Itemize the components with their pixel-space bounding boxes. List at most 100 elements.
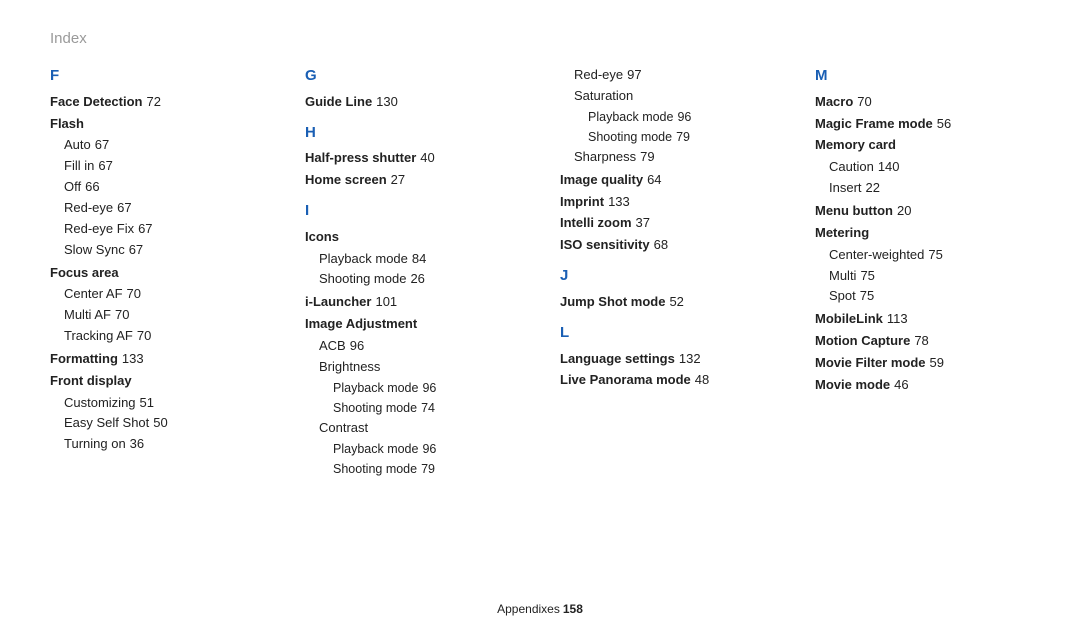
page-ref: 75 — [860, 288, 874, 303]
sub-label: Easy Self Shot — [64, 415, 149, 430]
sub-label: ACB — [319, 338, 346, 353]
sub-label: Tracking AF — [64, 328, 133, 343]
page-ref: 75 — [928, 247, 942, 262]
topic-iso: ISO sensitivity68 — [560, 236, 775, 255]
sub-entry: Caution140 — [829, 157, 1030, 178]
column-4: M Macro70 Magic Frame mode56 Memory card… — [815, 65, 1030, 479]
topic-label: Formatting — [50, 351, 118, 366]
letter-i: I — [305, 200, 520, 222]
topic-menu-button: Menu button20 — [815, 202, 1030, 221]
sub-label: Customizing — [64, 395, 136, 410]
page-ref: 52 — [669, 294, 683, 309]
page-ref: 96 — [350, 338, 364, 353]
sub-entry: Easy Self Shot 50 — [64, 413, 265, 434]
topic-label: Magic Frame mode — [815, 116, 933, 131]
letter-g: G — [305, 65, 520, 87]
sub-entry: Tracking AF70 — [64, 326, 265, 347]
topic-intelli-zoom: Intelli zoom 37 — [560, 214, 775, 233]
topic-motion-capture: Motion Capture78 — [815, 332, 1030, 351]
topic-label: Macro — [815, 94, 853, 109]
sub-label: Slow Sync — [64, 242, 125, 257]
subsub-entry: Shooting mode79 — [333, 459, 520, 479]
subsub-label: Playback mode — [333, 442, 418, 456]
letter-f: F — [50, 65, 265, 87]
topic-mobilelink: MobileLink113 — [815, 310, 1030, 329]
topic-movie-mode: Movie mode 46 — [815, 376, 1030, 395]
topic-label: Guide Line — [305, 94, 372, 109]
topic-label: Movie mode — [815, 377, 890, 392]
sub-label: Shooting mode — [319, 271, 406, 286]
page-ref: 46 — [894, 377, 908, 392]
sub-label: Red-eye — [64, 200, 113, 215]
page-ref: 74 — [421, 401, 435, 415]
page-ref: 133 — [608, 194, 630, 209]
letter-m: M — [815, 65, 1030, 87]
sub-entry: Insert22 — [829, 178, 1030, 199]
page-ref: 132 — [679, 351, 701, 366]
subsub-label: Playback mode — [333, 381, 418, 395]
page-ref: 40 — [420, 150, 434, 165]
column-3: Red-eye97 Saturation Playback mode96 Sho… — [560, 65, 775, 479]
topic-label: Image quality — [560, 172, 643, 187]
footer-section: Appendixes — [497, 602, 560, 616]
letter-j: J — [560, 265, 775, 287]
topic-label: Half-press shutter — [305, 150, 416, 165]
sub-entry: Slow Sync 67 — [64, 240, 265, 261]
topic-memory-card: Memory card — [815, 136, 1030, 155]
topic-focus-area: Focus area — [50, 264, 265, 283]
page-ref: 96 — [422, 381, 436, 395]
topic-icons: Icons — [305, 228, 520, 247]
index-page: Index F Face Detection72 Flash Auto67 Fi… — [0, 0, 1080, 630]
topic-label: Intelli zoom — [560, 215, 632, 230]
page-ref: 75 — [860, 268, 874, 283]
page-ref: 72 — [146, 94, 160, 109]
letter-h: H — [305, 122, 520, 144]
sub-label: Off — [64, 179, 81, 194]
page-ref: 67 — [98, 158, 112, 173]
page-ref: 70 — [127, 286, 141, 301]
sub-brightness: Brightness — [319, 357, 520, 378]
page-ref: 59 — [930, 355, 944, 370]
index-columns: F Face Detection72 Flash Auto67 Fill in6… — [50, 65, 1030, 479]
subsub-entry: Shooting mode74 — [333, 398, 520, 418]
page-ref: 67 — [129, 242, 143, 257]
page-ref: 113 — [887, 311, 908, 326]
page-ref: 70 — [115, 307, 129, 322]
sub-entry: Shooting mode26 — [319, 269, 520, 290]
sub-entry: Red-eye97 — [574, 65, 775, 86]
topic-label: Face Detection — [50, 94, 142, 109]
topic-language: Language settings 132 — [560, 350, 775, 369]
page-ref: 101 — [375, 294, 397, 309]
sub-label: Auto — [64, 137, 91, 152]
page-ref: 97 — [627, 67, 641, 82]
subsub-label: Shooting mode — [588, 130, 672, 144]
topic-label: Movie Filter mode — [815, 355, 926, 370]
footer-page-number: 158 — [563, 602, 583, 616]
subsub-label: Playback mode — [588, 110, 673, 124]
page-ref: 133 — [122, 351, 144, 366]
topic-label: Menu button — [815, 203, 893, 218]
page-ref: 37 — [636, 215, 650, 230]
topic-label: Imprint — [560, 194, 604, 209]
sub-label: Insert — [829, 180, 862, 195]
sub-label: Center-weighted — [829, 247, 924, 262]
topic-live-panorama: Live Panorama mode48 — [560, 371, 775, 390]
page-ref: 130 — [376, 94, 398, 109]
page-ref: 79 — [421, 462, 435, 476]
sub-label: Multi AF — [64, 307, 111, 322]
page-ref: 27 — [391, 172, 405, 187]
sub-label: Turning on — [64, 436, 126, 451]
page-ref: 67 — [117, 200, 131, 215]
page-ref: 79 — [676, 130, 690, 144]
topic-imprint: Imprint 133 — [560, 193, 775, 212]
sub-label: Spot — [829, 288, 856, 303]
sub-entry: Off66 — [64, 177, 265, 198]
sub-entry: Red-eye 67 — [64, 198, 265, 219]
topic-label: Home screen — [305, 172, 387, 187]
topic-label: Motion Capture — [815, 333, 910, 348]
page-ref: 68 — [654, 237, 668, 252]
sub-entry: Center-weighted 75 — [829, 245, 1030, 266]
page-ref: 50 — [153, 415, 167, 430]
topic-ilauncher: i-Launcher101 — [305, 293, 520, 312]
topic-label: Language settings — [560, 351, 675, 366]
